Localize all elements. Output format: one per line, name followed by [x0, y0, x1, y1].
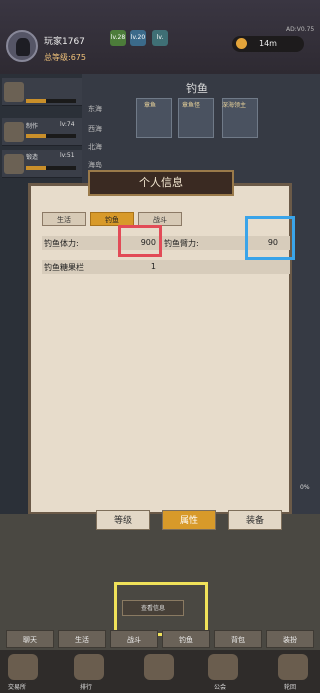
anvil-icon	[4, 154, 24, 174]
stat-label-arm-strength: 钓鱼臂力:	[164, 239, 199, 248]
stat-label-candy-slot: 钓鱼糖果栏	[44, 263, 84, 272]
tab-combat[interactable]: 战斗	[138, 212, 182, 226]
highlight-box-blue	[245, 216, 295, 260]
subtab-attributes[interactable]: 属性	[162, 510, 216, 530]
player-total-level: 总等级:675	[44, 53, 86, 62]
buff-icon-1[interactable]: lv.28	[110, 30, 126, 46]
buff-icon-3[interactable]: lv.	[152, 30, 168, 46]
nav-combat[interactable]: 战斗	[110, 630, 158, 648]
nav-backpack[interactable]: 背包	[214, 630, 262, 648]
fishing-title: 钓鱼	[186, 82, 208, 95]
sidebar-label: 锻造	[26, 154, 39, 161]
sidebar-level: lv:74	[60, 121, 75, 128]
buff-icon-2[interactable]: lv.20	[130, 30, 146, 46]
stat-label-stamina: 钓鱼体力:	[44, 239, 79, 248]
crossed-tools-icon	[4, 122, 24, 142]
subtab-equipment[interactable]: 装备	[228, 510, 282, 530]
reincarnation-icon[interactable]	[278, 654, 308, 680]
player-name: 玩家1767	[44, 37, 85, 47]
sidebar-label: 制作	[26, 123, 39, 130]
ranking-icon[interactable]	[74, 654, 104, 680]
modal-title: 个人信息	[88, 170, 234, 196]
nav-fishing[interactable]: 钓鱼	[162, 630, 210, 648]
nav-label-reincarnation: 轮回	[284, 684, 297, 691]
tab-life[interactable]: 生活	[42, 212, 86, 226]
avatar[interactable]	[6, 30, 38, 62]
nav-label-guild: 公会	[214, 684, 227, 691]
skill-progress	[26, 99, 76, 103]
fish-name: 章鱼	[144, 102, 157, 109]
location-island[interactable]: 海岛	[88, 160, 102, 170]
nav-life[interactable]: 生活	[58, 630, 106, 648]
nav-label-ranking: 排行	[80, 684, 93, 691]
tab-fishing[interactable]: 钓鱼	[90, 212, 134, 226]
location-north-sea[interactable]: 北海	[88, 142, 102, 152]
nav-label-exchange: 交易所	[8, 684, 27, 691]
home-icon[interactable]	[144, 654, 174, 680]
subtab-level[interactable]: 等级	[96, 510, 150, 530]
location-east-sea[interactable]: 东海	[88, 104, 102, 114]
highlight-box-yellow	[114, 582, 208, 636]
sidebar-level: lv:51	[60, 152, 75, 159]
skill-progress	[26, 166, 76, 170]
exchange-icon[interactable]	[8, 654, 38, 680]
fish-name: 章鱼怪	[182, 102, 201, 109]
percent-label: 0%	[300, 484, 310, 491]
hammer-icon	[4, 82, 24, 102]
stat-value-candy-slot: 1	[150, 262, 156, 271]
skill-progress	[26, 134, 76, 138]
location-west-sea[interactable]: 西海	[88, 124, 102, 134]
fish-name: 深海领主	[222, 102, 247, 109]
highlight-box-red	[118, 225, 162, 257]
nav-chat[interactable]: 聊天	[6, 630, 54, 648]
nav-outfit[interactable]: 装扮	[266, 630, 314, 648]
coin-icon	[236, 38, 247, 49]
version-label: AD:V0.75	[286, 26, 315, 33]
guild-icon[interactable]	[208, 654, 238, 680]
